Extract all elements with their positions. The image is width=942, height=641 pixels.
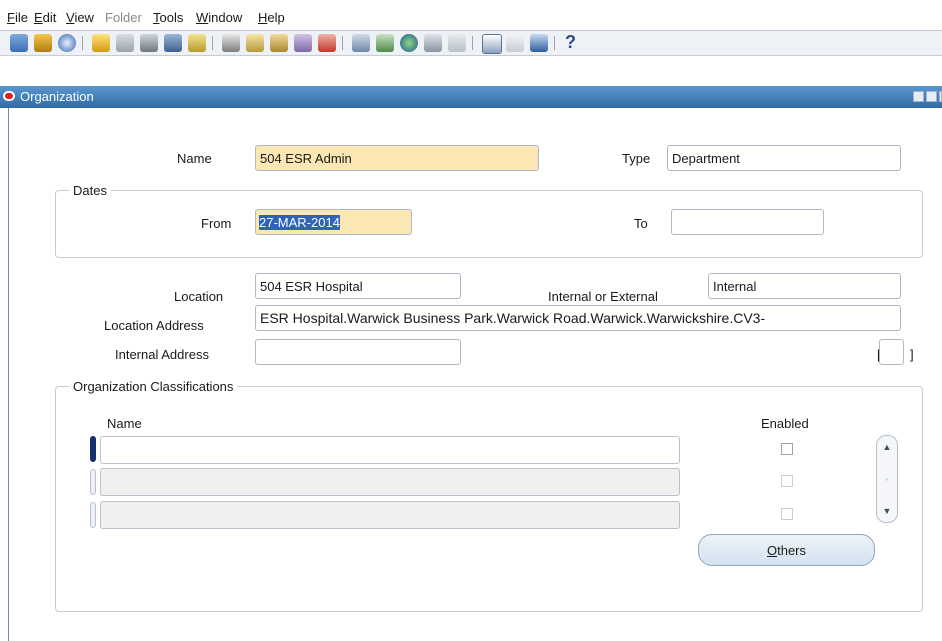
type-field[interactable]: Department — [667, 145, 901, 171]
dates-group-title: Dates — [69, 183, 111, 198]
enabled-checkbox[interactable] — [781, 443, 793, 455]
row-indicator[interactable] — [90, 469, 96, 495]
internal-external-field[interactable]: Internal — [708, 273, 901, 299]
minimize-icon[interactable] — [913, 91, 924, 102]
oracle-icon — [3, 91, 15, 101]
folder-tools-icon[interactable] — [448, 34, 466, 52]
type-label: Type — [622, 151, 651, 166]
classification-name-field[interactable] — [100, 436, 680, 464]
classification-name-field[interactable] — [100, 501, 680, 529]
enabled-header: Enabled — [761, 416, 809, 431]
menu-tools[interactable]: Tools — [153, 10, 183, 25]
enabled-checkbox[interactable] — [781, 475, 793, 487]
save-icon[interactable] — [92, 34, 110, 52]
window-title: Organization — [20, 89, 94, 104]
to-label: To — [634, 216, 648, 231]
toolbar-separator — [472, 36, 473, 50]
location-address-field[interactable]: ESR Hospital.Warwick Business Park.Warwi… — [255, 305, 901, 331]
scroll-down-icon[interactable]: ▼ — [881, 506, 893, 516]
maximize-icon[interactable] — [926, 91, 937, 102]
zoom-icon[interactable] — [376, 34, 394, 52]
window-title-bar: Organization — [0, 86, 942, 108]
location-label: Location — [174, 289, 224, 304]
enabled-checkbox[interactable] — [781, 508, 793, 520]
toolbar: ? — [0, 30, 942, 56]
translations-icon[interactable] — [400, 34, 418, 52]
help-icon[interactable]: ? — [565, 32, 576, 53]
toolbar-separator — [554, 36, 555, 50]
from-label: From — [201, 216, 232, 231]
edit-field-icon[interactable] — [352, 34, 370, 52]
internal-address-field[interactable] — [255, 339, 461, 365]
paste-icon[interactable] — [270, 34, 288, 52]
toolbar-separator — [342, 36, 343, 50]
internal-address-label: Internal Address — [115, 347, 209, 362]
delete-record-icon[interactable] — [318, 34, 336, 52]
navigator-icon[interactable] — [58, 34, 76, 52]
menu-window[interactable]: Window — [196, 10, 242, 25]
close-form-icon[interactable] — [188, 34, 206, 52]
clear-record-icon[interactable] — [294, 34, 312, 52]
name-label: Name — [177, 151, 212, 166]
cut-icon[interactable] — [222, 34, 240, 52]
calendar-icon-2[interactable] — [506, 34, 524, 52]
scroll-up-icon[interactable]: ▲ — [881, 442, 893, 452]
internal-external-label: Internal or External — [548, 289, 658, 304]
print-icon[interactable] — [164, 34, 182, 52]
others-button[interactable]: Others — [698, 534, 875, 566]
name-field[interactable]: 504 ESR Admin — [255, 145, 539, 171]
menu-edit[interactable]: Edit — [34, 10, 56, 25]
row-indicator[interactable] — [90, 502, 96, 528]
descriptive-flexfield[interactable] — [879, 339, 904, 365]
calendar-icon[interactable] — [482, 34, 502, 54]
toolbar-separator — [212, 36, 213, 50]
new-record-icon[interactable] — [10, 34, 28, 52]
menu-file[interactable]: File — [7, 10, 28, 25]
descriptive-flexfield-close-bracket: ] — [910, 347, 914, 362]
from-date-field[interactable]: 27-MAR-2014 — [255, 209, 412, 235]
scroll-thumb-icon[interactable]: ◦ — [881, 474, 893, 484]
menu-help[interactable]: Help — [258, 10, 285, 25]
from-date-value: 27-MAR-2014 — [259, 215, 340, 230]
classifications-scrollbar[interactable]: ▲ ◦ ▼ — [876, 435, 898, 523]
copy-icon[interactable] — [246, 34, 264, 52]
toolbar-separator — [82, 36, 83, 50]
menu-bar: File Edit View Folder Tools Window Help — [0, 0, 942, 30]
menu-folder: Folder — [105, 10, 142, 25]
attachments-icon[interactable] — [424, 34, 442, 52]
menu-view[interactable]: View — [66, 10, 94, 25]
classification-name-field[interactable] — [100, 468, 680, 496]
switch-responsibility-icon[interactable] — [140, 34, 158, 52]
to-date-field[interactable] — [671, 209, 824, 235]
location-field[interactable]: 504 ESR Hospital — [255, 273, 461, 299]
export-icon[interactable] — [530, 34, 548, 52]
classifications-group-title: Organization Classifications — [69, 379, 238, 394]
next-step-icon[interactable] — [116, 34, 134, 52]
find-icon[interactable] — [34, 34, 52, 52]
classification-name-header: Name — [107, 416, 142, 431]
row-indicator-current[interactable] — [90, 436, 96, 462]
location-address-label: Location Address — [104, 318, 204, 333]
